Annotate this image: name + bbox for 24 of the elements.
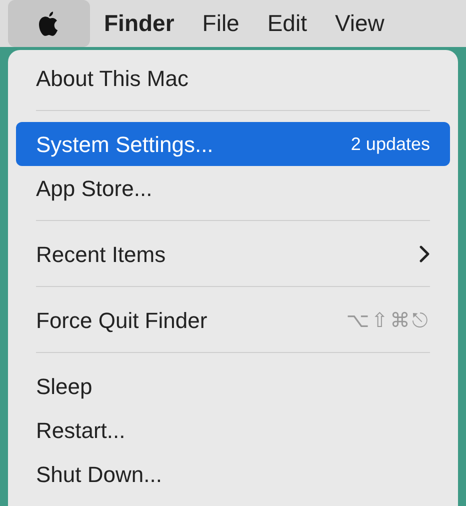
keyboard-shortcut: ⌥⇧⌘⎋: [346, 307, 430, 334]
apple-icon: [38, 10, 60, 36]
menu-item[interactable]: Force Quit Finder ⌥⇧⌘⎋: [16, 298, 450, 342]
menu-item[interactable]: Sleep: [16, 364, 450, 408]
menu-bar-item[interactable]: View: [320, 0, 398, 47]
menu-item-label: Shut Down...: [36, 460, 162, 488]
menu-item-label: System Settings...: [36, 130, 214, 159]
menu-item[interactable]: About This Mac: [16, 56, 450, 100]
menu-item-label: Sleep: [36, 372, 92, 401]
menu-item-label: Force Quit Finder: [36, 306, 208, 334]
menu-bar-item[interactable]: Edit: [253, 0, 321, 47]
menu-item[interactable]: System Settings... 2 updates: [16, 122, 450, 166]
apple-menu[interactable]: [8, 0, 90, 47]
menu-item-label: Recent Items: [36, 240, 166, 268]
menu-item[interactable]: Shut Down...: [16, 452, 450, 496]
menu-item-label: About This Mac: [36, 64, 188, 92]
menu-item-label: Restart...: [36, 416, 126, 444]
menu-item[interactable]: Restart...: [16, 408, 450, 452]
menu-bar-item[interactable]: Finder: [90, 0, 188, 47]
menu-item[interactable]: Recent Items: [16, 232, 450, 276]
menu-bar-item[interactable]: File: [188, 0, 254, 47]
menu-item[interactable]: App Store...: [16, 166, 450, 210]
update-count: 2 updates: [350, 132, 430, 156]
menu-item-label: App Store...: [36, 174, 152, 203]
